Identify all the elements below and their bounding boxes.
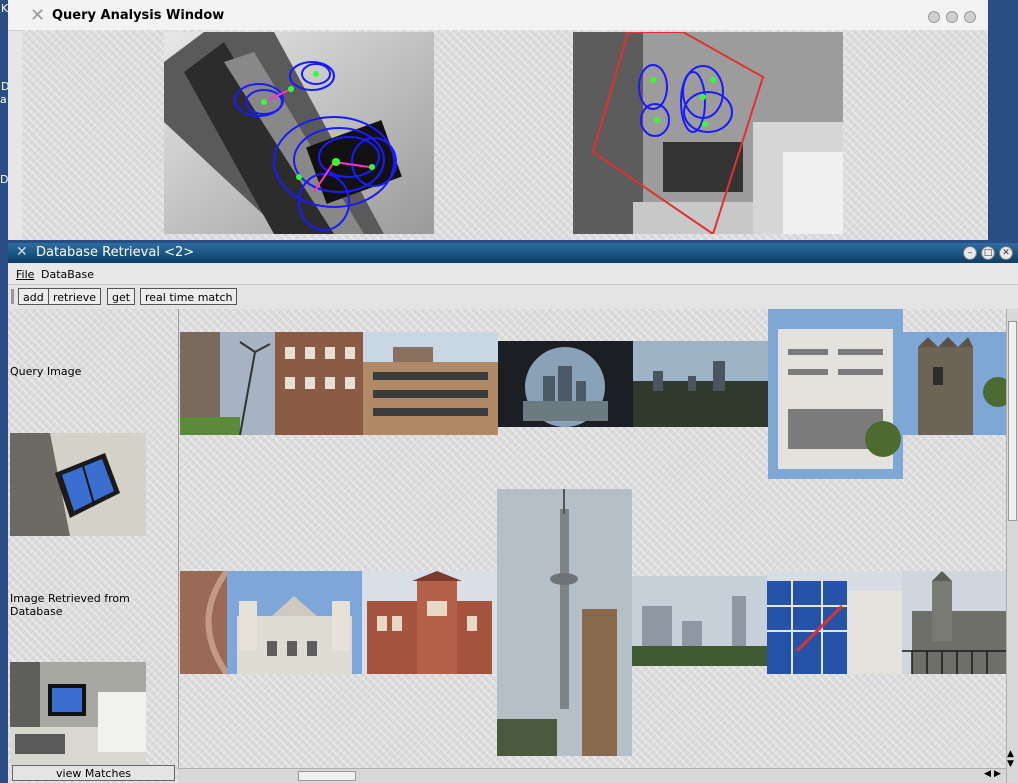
retrieved-image-label: Image Retrieved from Database [10,592,130,618]
maximize-icon[interactable]: □ [981,246,995,260]
horizontal-scrollbar[interactable]: ◀ ▶ [178,768,1006,783]
close-icon[interactable]: ✕ [16,244,28,260]
db-image[interactable] [497,489,632,756]
db-window-titlebar[interactable]: ✕ Database Retrieval <2> – □ ✕ [8,243,1018,263]
db-image[interactable] [633,341,768,427]
minimize-icon[interactable] [928,11,940,23]
add-button[interactable]: add [18,288,49,305]
query-image-label: Query Image [10,365,82,378]
minimize-icon[interactable]: – [963,246,977,260]
db-image[interactable] [180,571,227,674]
desktop-fragment-a: a [0,93,7,106]
query-feature-image [164,32,434,234]
close-window-icon[interactable] [964,11,976,23]
db-window-title: Database Retrieval <2> [36,245,195,260]
toolbar-grip[interactable] [11,289,14,304]
real-time-match-button[interactable]: real time match [140,288,238,305]
db-image[interactable] [362,571,497,674]
db-image[interactable] [902,571,1007,674]
db-image[interactable] [767,571,902,674]
retrieve-button[interactable]: retrieve [48,288,101,305]
horizontal-scroll-thumb[interactable] [298,771,356,781]
scroll-down-icon[interactable]: ▼ [1007,759,1014,769]
database-image-grid [178,309,1007,768]
menu-bar: File DataBase [8,263,1018,285]
maximize-icon[interactable] [946,11,958,23]
retrieved-image-thumbnail [10,662,146,765]
db-image[interactable] [632,576,767,666]
menu-database[interactable]: DataBase [41,268,94,281]
vertical-scrollbar[interactable]: ▲ ▼ [1006,309,1018,783]
db-image[interactable] [227,571,362,674]
db-image[interactable] [498,341,633,427]
db-image[interactable] [180,332,363,435]
left-panel: Query Image Image Retrieved from Databas… [8,309,178,783]
view-matches-button[interactable]: view Matches [12,765,175,781]
scroll-left-icon[interactable]: ◀ [984,769,991,779]
scroll-up-icon[interactable]: ▲ [1007,749,1014,759]
menu-file[interactable]: File [16,268,34,281]
db-image[interactable] [768,309,903,479]
query-analysis-window: ✕ Query Analysis Window [8,0,988,240]
close-window-icon[interactable]: ✕ [999,246,1013,260]
query-image-thumbnail [10,433,146,536]
query-analysis-canvas [22,30,988,240]
close-icon[interactable]: ✕ [30,5,45,26]
db-image[interactable] [363,332,498,435]
query-window-title: Query Analysis Window [52,8,225,23]
db-image[interactable] [903,332,1007,435]
match-feature-image [573,32,843,234]
toolbar: add retrieve get real time match [8,285,1018,310]
get-button[interactable]: get [107,288,136,305]
database-retrieval-window: ✕ Database Retrieval <2> – □ ✕ File Data… [8,243,1018,783]
vertical-scroll-thumb[interactable] [1008,321,1017,521]
query-window-titlebar[interactable]: ✕ Query Analysis Window [8,0,988,31]
scroll-right-icon[interactable]: ▶ [994,769,1001,779]
